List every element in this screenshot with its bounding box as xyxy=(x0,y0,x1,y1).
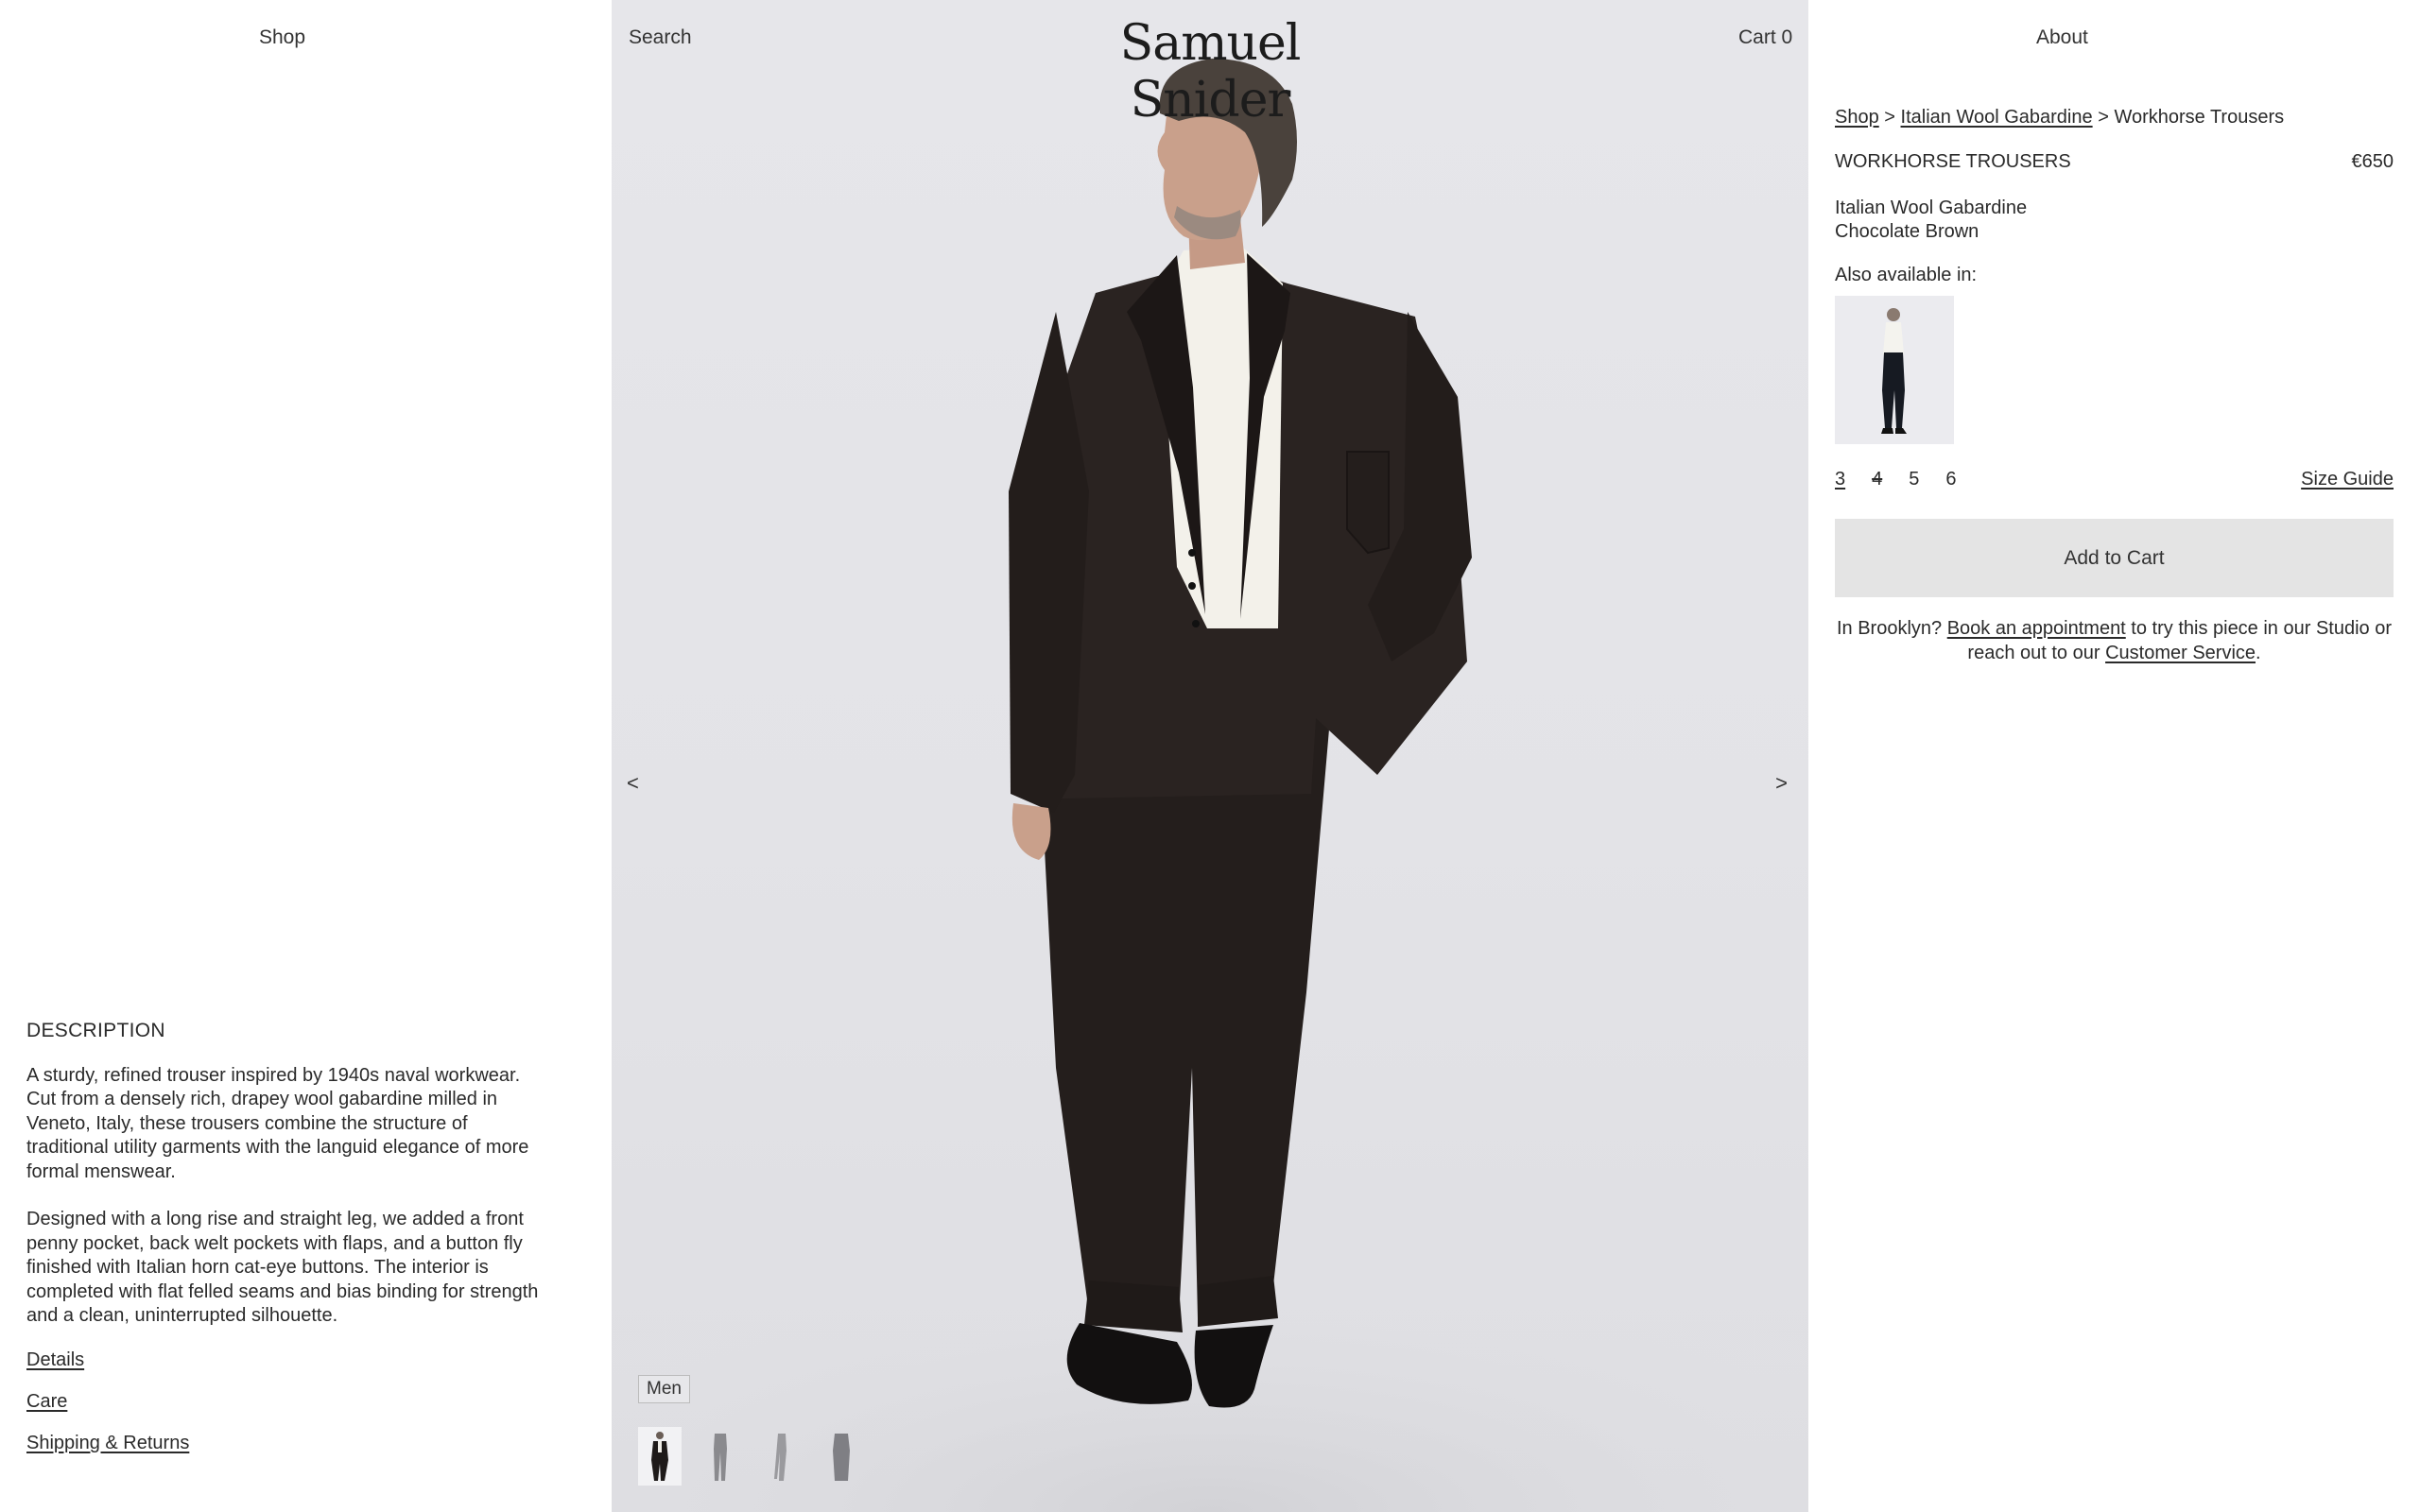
breadcrumb-shop-link[interactable]: Shop xyxy=(1835,107,1879,128)
size-selector: 3 4 5 6 Size Guide xyxy=(1835,469,2394,490)
variant-thumbnail[interactable] xyxy=(1835,296,1954,444)
product-hero-image: < > Men xyxy=(612,0,1808,1512)
nav-cart-link[interactable]: Cart 0 xyxy=(1738,26,1792,49)
product-name: WORKHORSE TROUSERS xyxy=(1835,151,2071,172)
thumbnail-trouser-side-icon xyxy=(774,1434,786,1481)
details-link[interactable]: Details xyxy=(26,1349,189,1371)
thumbnail-trouser-back-icon xyxy=(833,1434,850,1481)
breadcrumb-collection-link[interactable]: Italian Wool Gabardine xyxy=(1901,107,2093,128)
next-image-button[interactable]: > xyxy=(1768,767,1795,799)
breadcrumb-separator: > xyxy=(1884,107,1895,128)
thumbnail-2[interactable] xyxy=(699,1427,742,1486)
size-option-5[interactable]: 5 xyxy=(1909,469,1919,490)
fabric-name: Italian Wool Gabardine xyxy=(1835,198,2028,218)
product-fabric-info: Italian Wool Gabardine Chocolate Brown xyxy=(1835,197,2027,244)
add-to-cart-button[interactable]: Add to Cart xyxy=(1835,519,2394,597)
also-available-label: Also available in: xyxy=(1835,265,1978,285)
model-photo xyxy=(612,59,1808,1512)
note-text: In Brooklyn? xyxy=(1836,618,1947,639)
description-links: Details Care Shipping & Returns xyxy=(26,1349,189,1474)
care-link[interactable]: Care xyxy=(26,1391,189,1413)
description-paragraph: A sturdy, refined trouser inspired by 19… xyxy=(26,1064,529,1182)
description-paragraph: Designed with a long rise and straight l… xyxy=(26,1209,539,1326)
customer-service-link[interactable]: Customer Service xyxy=(2105,643,2256,663)
description-heading: DESCRIPTION xyxy=(26,1020,165,1041)
thumbnail-4[interactable] xyxy=(820,1427,863,1486)
breadcrumb-current: Workhorse Trousers xyxy=(2114,107,2285,128)
nav-shop-link[interactable]: Shop xyxy=(259,26,305,49)
studio-note: In Brooklyn? Book an appointment to try … xyxy=(1835,617,2394,665)
size-option-4[interactable]: 4 xyxy=(1872,469,1882,490)
variant-model-image xyxy=(1881,308,1907,434)
thumbnail-1[interactable] xyxy=(638,1427,682,1486)
product-price: €650 xyxy=(2351,151,2394,172)
breadcrumb-separator: > xyxy=(2098,107,2109,128)
book-appointment-link[interactable]: Book an appointment xyxy=(1947,618,2126,639)
product-description: DESCRIPTION A sturdy, refined trouser in… xyxy=(26,1019,546,1352)
size-option-6[interactable]: 6 xyxy=(1945,469,1956,490)
product-title-row: WORKHORSE TROUSERS €650 xyxy=(1835,151,2394,173)
thumbnail-strip xyxy=(638,1427,863,1486)
color-name: Chocolate Brown xyxy=(1835,221,1979,242)
note-text: . xyxy=(2256,642,2261,663)
thumbnail-trouser-icon xyxy=(714,1434,727,1481)
shipping-returns-link[interactable]: Shipping & Returns xyxy=(26,1433,189,1454)
thumbnail-3[interactable] xyxy=(759,1427,803,1486)
thumbnail-figure-icon xyxy=(651,1432,668,1481)
size-option-3[interactable]: 3 xyxy=(1835,469,1845,490)
breadcrumb: Shop > Italian Wool Gabardine > Workhors… xyxy=(1835,107,2284,129)
gender-tag: Men xyxy=(638,1375,690,1403)
brand-logo[interactable]: Samuel Snider xyxy=(1059,15,1361,129)
size-guide-link[interactable]: Size Guide xyxy=(2301,469,2394,490)
previous-image-button[interactable]: < xyxy=(619,767,647,799)
nav-about-link[interactable]: About xyxy=(2036,26,2088,49)
nav-search-link[interactable]: Search xyxy=(629,26,692,49)
